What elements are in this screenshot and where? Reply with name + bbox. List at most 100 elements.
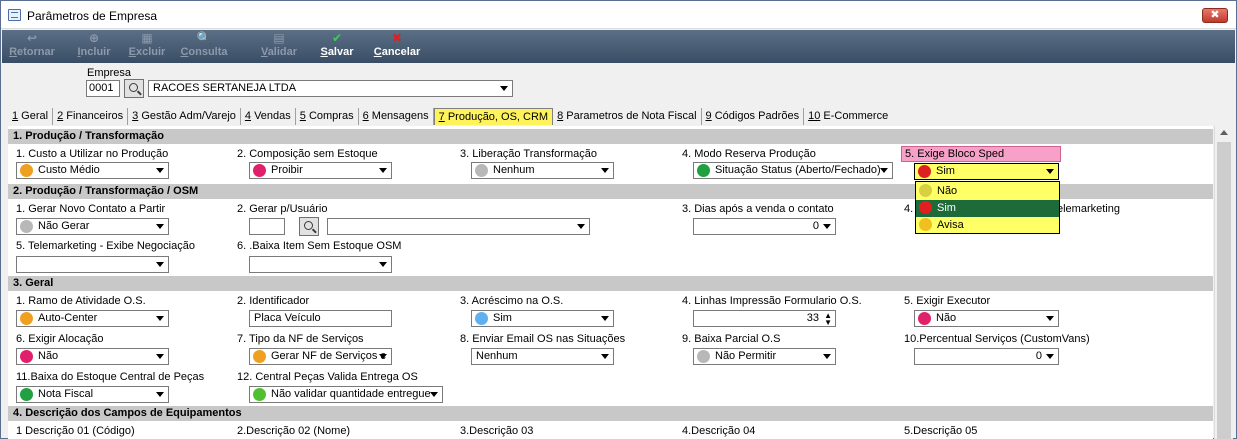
field-label: 3.Descrição 03 [460, 425, 534, 437]
add-icon: ⊕ [88, 31, 100, 45]
field-label: 1. Ramo de Atividade O.S. [16, 295, 146, 307]
empresa-name-select[interactable]: RACOES SERTANEJA LTDA [148, 80, 513, 97]
status-dot-icon [475, 164, 488, 177]
chevron-down-icon [601, 316, 609, 321]
tab-parametros-nota-fiscal[interactable]: 8 Parametros de Nota Fiscal [553, 108, 702, 125]
dropdown-option-avisa[interactable]: Avisa [916, 217, 1059, 234]
status-dot-icon [20, 388, 33, 401]
empresa-code-input[interactable]: 0001 [86, 80, 120, 97]
vertical-scrollbar[interactable] [1214, 126, 1233, 439]
field-label: 2.Descrição 02 (Nome) [237, 425, 351, 437]
tab-e-commerce[interactable]: 10 E-Commerce [804, 108, 892, 125]
chevron-down-icon [880, 168, 888, 173]
status-dot-icon [697, 164, 710, 177]
enviar-email-os-select[interactable]: Nenhum [471, 348, 614, 365]
dias-apos-venda-spinner[interactable]: 0 [693, 218, 836, 235]
tipo-nf-servicos-select[interactable]: Gerar NF de Serviços c [249, 348, 392, 365]
field-label: 4. Modo Reserva Produção [682, 148, 816, 160]
empresa-search-button[interactable] [124, 79, 144, 98]
custo-producao-select[interactable]: Custo Médio [16, 162, 169, 179]
empresa-label: Empresa [87, 67, 132, 79]
field-label: 6. .Baixa Item Sem Estoque OSM [237, 240, 402, 252]
acrescimo-os-select[interactable]: Sim [471, 310, 614, 327]
baixa-item-sem-estoque-select[interactable] [249, 256, 392, 273]
close-button[interactable]: ✖ [1202, 8, 1228, 23]
linhas-impressao-spinner[interactable]: 33 ▲ ▼ [693, 310, 836, 327]
chevron-down-icon [500, 86, 508, 91]
status-dot-icon [919, 184, 932, 197]
status-dot-icon [918, 312, 931, 325]
tab-gestao-adm-varejo[interactable]: 3 Gestão Adm/Varejo [128, 108, 241, 125]
chevron-down-icon [1046, 169, 1054, 174]
form-panel: 1. Produção / Transformação 1. Custo a U… [8, 126, 1213, 439]
gerar-novo-contato-select[interactable]: Não Gerar [16, 218, 169, 235]
field-label: 3. Acréscimo na O.S. [460, 295, 564, 307]
validar-button[interactable]: ▤ Validar [254, 31, 304, 62]
tab-codigos-padroes[interactable]: 9 Códigos Padrões [702, 108, 805, 125]
field-label: 5. Exigir Executor [904, 295, 991, 307]
excluir-button[interactable]: ▦ Excluir [122, 31, 172, 62]
exigir-executor-select[interactable]: Não [914, 310, 1059, 327]
chevron-down-icon [156, 168, 164, 173]
scroll-up-icon[interactable] [1220, 130, 1228, 135]
chevron-down-icon [156, 262, 164, 267]
spin-arrows-icon: ▲ ▼ [824, 311, 832, 327]
dropdown-option-nao[interactable]: Não [916, 183, 1059, 200]
field-label-highlighted: 5. Exige Bloco Sped [901, 146, 1061, 162]
baixa-estoque-central-select[interactable]: Nota Fiscal [16, 386, 169, 403]
dropdown-option-sim[interactable]: Sim [916, 200, 1059, 217]
gerar-usuario-code-input[interactable] [249, 218, 285, 235]
title-bar: Parâmetros de Empresa ✖ [1, 1, 1236, 29]
cancelar-button[interactable]: ✖ Cancelar [370, 31, 424, 62]
percentual-servicos-spinner[interactable]: 0 [914, 348, 1059, 365]
tab-mensagens[interactable]: 6 Mensagens [359, 108, 434, 125]
tab-producao-os-crm[interactable]: 7 Produção, OS, CRM [433, 108, 554, 125]
field-label: 5. Telemarketing - Exibe Negociação [16, 240, 195, 252]
salvar-button[interactable]: ✔ Salvar [314, 31, 360, 62]
gerar-usuario-search-button[interactable] [299, 217, 319, 236]
retornar-button[interactable]: ↩ Retornar [4, 31, 60, 62]
field-label: 1. Gerar Novo Contato a Partir [16, 203, 166, 215]
tab-financeiros[interactable]: 2 Financeiros [53, 108, 129, 125]
scroll-thumb[interactable] [1217, 142, 1231, 439]
window-icon [8, 9, 21, 21]
tab-geral[interactable]: 1 Geral [8, 108, 54, 125]
check-icon: ✔ [331, 31, 343, 45]
field-label-partial: elemarketing [1057, 203, 1120, 215]
tab-compras[interactable]: 5 Compras [296, 108, 359, 125]
field-label-partial: 4. [904, 203, 914, 215]
chevron-down-icon [601, 354, 609, 359]
field-label: 9. Baixa Parcial O.S [682, 333, 781, 345]
tab-bar: 1 Geral 2 Financeiros 3 Gestão Adm/Varej… [8, 108, 892, 125]
composicao-sem-estoque-select[interactable]: Proibir [249, 162, 392, 179]
consulta-button[interactable]: 🔍 Consulta [176, 31, 232, 62]
search-icon: 🔍 [196, 31, 212, 45]
ramo-atividade-select[interactable]: Auto-Center [16, 310, 169, 327]
section-header-equipamentos: 4. Descrição dos Campos de Equipamentos [8, 406, 1213, 421]
identificador-input[interactable]: Placa Veículo [249, 310, 392, 327]
status-dot-icon [919, 218, 932, 231]
status-dot-icon [253, 164, 266, 177]
baixa-parcial-os-select[interactable]: Não Permitir [693, 348, 836, 365]
section-header-geral: 3. Geral [8, 276, 1213, 291]
status-dot-icon [697, 350, 710, 363]
exige-bloco-sped-select[interactable]: Sim [914, 163, 1059, 180]
field-label: 3. Dias após a venda o contato [682, 203, 834, 215]
gerar-usuario-select[interactable] [327, 218, 590, 235]
exigir-alocacao-select[interactable]: Não [16, 348, 169, 365]
tab-vendas[interactable]: 4 Vendas [241, 108, 296, 125]
chevron-down-icon [1046, 354, 1054, 359]
central-pecas-valida-select[interactable]: Não validar quantidade entregue [249, 386, 443, 403]
modo-reserva-producao-select[interactable]: Situação Status (Aberto/Fechado) [693, 162, 893, 179]
incluir-button[interactable]: ⊕ Incluir [70, 31, 118, 62]
chevron-down-icon [379, 262, 387, 267]
delete-icon: ▦ [141, 31, 153, 45]
chevron-down-icon [601, 168, 609, 173]
telemarketing-negociacao-select[interactable] [16, 256, 169, 273]
liberacao-transformacao-select[interactable]: Nenhum [471, 162, 614, 179]
field-label: 5.Descrição 05 [904, 425, 978, 437]
search-icon [129, 83, 138, 92]
field-label: 4.Descrição 04 [682, 425, 756, 437]
window: Parâmetros de Empresa ✖ ↩ Retornar ⊕ Inc… [0, 0, 1237, 439]
chevron-down-icon [156, 224, 164, 229]
